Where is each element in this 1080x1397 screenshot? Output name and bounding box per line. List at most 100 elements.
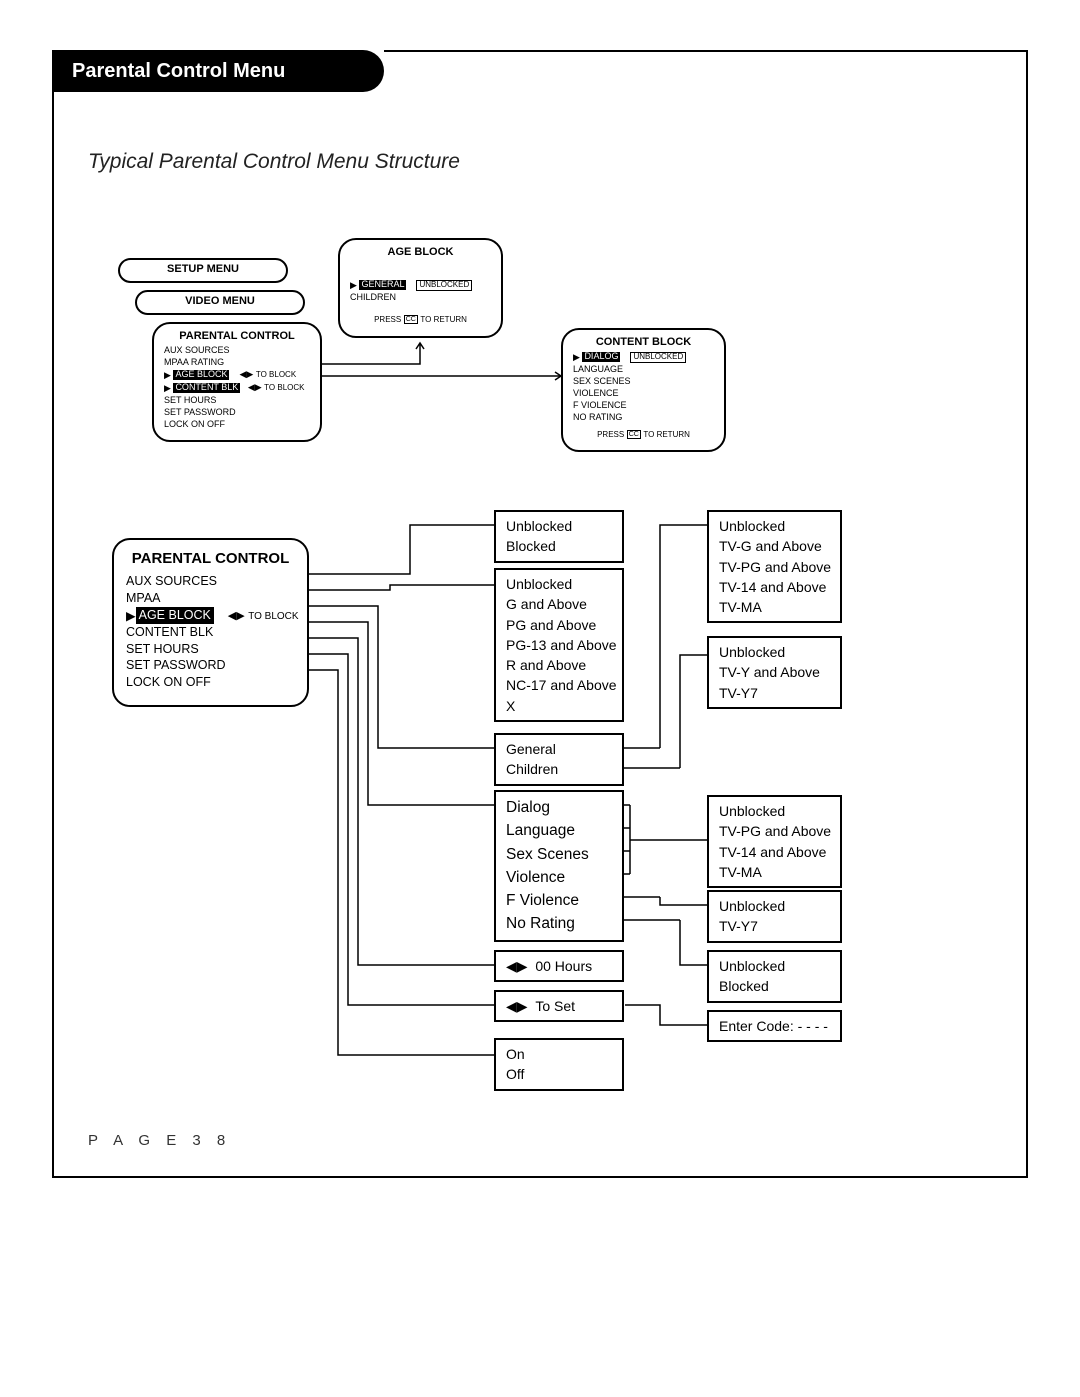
lr-arrows-icon: ◀▶ (506, 958, 528, 974)
pc-age-row: ▶AGE BLOCK ◀▶ TO BLOCK (126, 607, 295, 624)
opt-children-box: Unblocked TV-Y and Above TV-Y7 (707, 636, 842, 709)
cc-icon: CC (627, 430, 641, 439)
return-post: TO RETURN (643, 430, 690, 439)
opt-hours-label: 00 Hours (535, 958, 592, 974)
video-menu-box: VIDEO MENU (135, 290, 305, 315)
pc-sethours: SET HOURS (126, 641, 295, 658)
content-block-dialog-state: UNBLOCKED (630, 352, 686, 363)
opt-general-box: Unblocked TV-G and Above TV-PG and Above… (707, 510, 842, 623)
content-block-violence: VIOLENCE (573, 387, 714, 399)
parental-control-big-title: PARENTAL CONTROL (126, 550, 295, 567)
content-block-dialog: DIALOG (582, 352, 620, 362)
opt-hours-box: ◀▶ 00 Hours (494, 950, 624, 982)
age-block-general-state: UNBLOCKED (416, 280, 472, 291)
opt-children-l2: TV-Y and Above (719, 662, 830, 682)
opt-content-sub1-box: Unblocked TV-PG and Above TV-14 and Abov… (707, 795, 842, 888)
lr-arrows-icon: ◀▶ (228, 610, 245, 622)
return-pre: PRESS (374, 315, 401, 324)
opt-aux-box: Unblocked Blocked (494, 510, 624, 563)
opt-content-l2: Language (506, 819, 612, 842)
pc-small-setpwd: SET PASSWORD (164, 406, 310, 418)
opt-enter-code-label: Enter Code: - - - - (719, 1016, 830, 1036)
opt-nr-l2: Blocked (719, 976, 830, 996)
triangle-right-icon: ▶ (573, 351, 580, 363)
pc-small-age-row: ▶ AGE BLOCK ◀▶ TO BLOCK (164, 368, 310, 381)
opt-fviolence-box: Unblocked TV-Y7 (707, 890, 842, 943)
opt-children-l1: Unblocked (719, 642, 830, 662)
age-block-return: PRESS CC TO RETURN (350, 313, 491, 326)
opt-content-l4: Violence (506, 866, 612, 889)
triangle-right-icon: ▶ (164, 382, 171, 394)
opt-general-l2: TV-G and Above (719, 536, 830, 556)
opt-general-l4: TV-14 and Above (719, 577, 830, 597)
opt-aux-l2: Blocked (506, 536, 612, 556)
opt-onoff-l1: On (506, 1044, 612, 1064)
opt-content-l6: No Rating (506, 912, 612, 935)
opt-general-l3: TV-PG and Above (719, 557, 830, 577)
video-menu-title: VIDEO MENU (137, 295, 303, 307)
age-block-general-row: ▶ GENERAL UNBLOCKED (350, 278, 491, 291)
content-block-fviolence: F VIOLENCE (573, 399, 714, 411)
setup-menu-box: SETUP MENU (118, 258, 288, 283)
pc-aux: AUX SOURCES (126, 573, 295, 590)
pc-small-aux: AUX SOURCES (164, 344, 310, 356)
opt-mpaa-l6: NC-17 and Above (506, 675, 612, 695)
content-block-language: LANGUAGE (573, 363, 714, 375)
opt-norating-box: Unblocked Blocked (707, 950, 842, 1003)
opt-mpaa-l2: G and Above (506, 594, 612, 614)
opt-content-l1: Dialog (506, 796, 612, 819)
content-block-box: CONTENT BLOCK ▶ DIALOG UNBLOCKED LANGUAG… (561, 328, 726, 452)
parental-control-small-title: PARENTAL CONTROL (164, 330, 310, 342)
opt-onoff-l2: Off (506, 1064, 612, 1084)
pc-small-sethours: SET HOURS (164, 394, 310, 406)
opt-children-l3: TV-Y7 (719, 683, 830, 703)
triangle-right-icon: ▶ (164, 369, 171, 381)
age-block-title: AGE BLOCK (350, 246, 491, 258)
return-post: TO RETURN (420, 315, 467, 324)
pc-small-lock: LOCK ON OFF (164, 418, 310, 430)
pc-small-content-hint: TO BLOCK (264, 383, 304, 392)
opt-enter-code-box: Enter Code: - - - - (707, 1010, 842, 1042)
opt-onoff-box: On Off (494, 1038, 624, 1091)
opt-mpaa-l1: Unblocked (506, 574, 612, 594)
pc-small-mpaa: MPAA RATING (164, 356, 310, 368)
lr-arrows-icon: ◀▶ (506, 998, 528, 1014)
page-number: P A G E 3 8 (88, 1132, 231, 1149)
pc-small-age-hint: TO BLOCK (256, 370, 296, 379)
opt-sub1-l3: TV-14 and Above (719, 842, 830, 862)
lr-arrows-icon: ◀▶ (239, 369, 253, 379)
setup-menu-title: SETUP MENU (120, 263, 286, 275)
opt-toset-label: To Set (535, 998, 575, 1014)
opt-mpaa-l7: X (506, 696, 612, 716)
opt-mpaa-l3: PG and Above (506, 615, 612, 635)
pc-age: AGE BLOCK (136, 607, 214, 624)
content-block-sex: SEX SCENES (573, 375, 714, 387)
pc-age-hint: TO BLOCK (248, 611, 298, 622)
opt-mpaa-l4: PG-13 and Above (506, 635, 612, 655)
opt-mpaa-box: Unblocked G and Above PG and Above PG-13… (494, 568, 624, 722)
opt-content-l5: F Violence (506, 889, 612, 912)
content-block-return: PRESS CC TO RETURN (573, 428, 714, 441)
opt-age-l1: General (506, 739, 612, 759)
opt-general-l1: Unblocked (719, 516, 830, 536)
pc-mpaa: MPAA (126, 590, 295, 607)
age-block-general: GENERAL (359, 280, 406, 290)
opt-content-l3: Sex Scenes (506, 843, 612, 866)
parental-control-big-box: PARENTAL CONTROL AUX SOURCES MPAA ▶AGE B… (112, 538, 309, 707)
return-pre: PRESS (597, 430, 624, 439)
opt-toset-box: ◀▶ To Set (494, 990, 624, 1022)
opt-age-l2: Children (506, 759, 612, 779)
opt-sub1-l2: TV-PG and Above (719, 821, 830, 841)
pc-small-age: AGE BLOCK (173, 370, 229, 380)
triangle-right-icon: ▶ (350, 279, 357, 291)
pc-content: CONTENT BLK (126, 624, 295, 641)
pc-setpwd: SET PASSWORD (126, 657, 295, 674)
pc-lock: LOCK ON OFF (126, 674, 295, 691)
cc-icon: CC (404, 315, 418, 324)
opt-fv-l1: Unblocked (719, 896, 830, 916)
opt-sub1-l4: TV-MA (719, 862, 830, 882)
triangle-right-icon: ▶ (126, 608, 136, 625)
content-block-title: CONTENT BLOCK (573, 336, 714, 348)
opt-general-l5: TV-MA (719, 597, 830, 617)
opt-content-box: Dialog Language Sex Scenes Violence F Vi… (494, 790, 624, 942)
